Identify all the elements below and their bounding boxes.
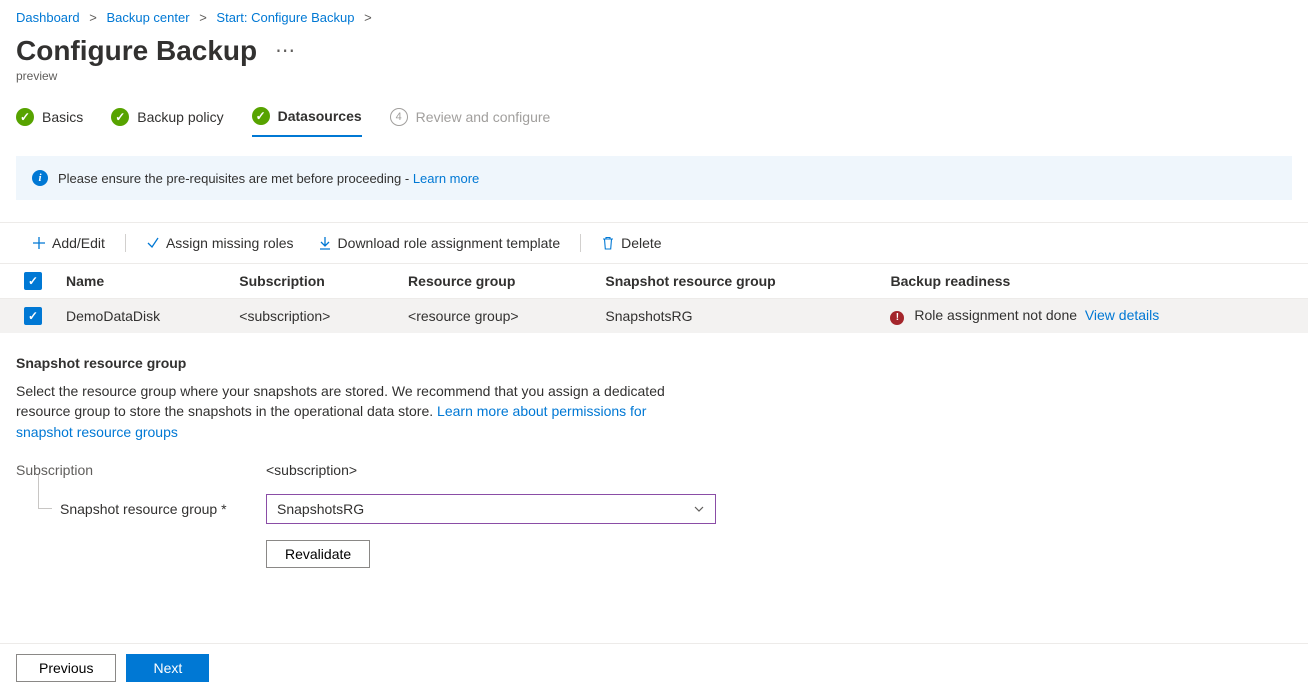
cell-subscription: <subscription> bbox=[227, 299, 396, 334]
more-actions-icon[interactable]: ⋯ bbox=[275, 41, 295, 61]
col-subscription: Subscription bbox=[227, 264, 396, 299]
toolbar-separator bbox=[125, 234, 126, 252]
datasources-table: ✓ Name Subscription Resource group Snaps… bbox=[0, 264, 1308, 333]
cell-readiness: ! Role assignment not done View details bbox=[878, 299, 1308, 334]
button-label: Assign missing roles bbox=[166, 235, 294, 251]
button-label: Download role assignment template bbox=[338, 235, 561, 251]
breadcrumb-sep: > bbox=[364, 10, 372, 25]
view-details-link[interactable]: View details bbox=[1085, 307, 1159, 323]
cell-name: DemoDataDisk bbox=[54, 299, 227, 334]
grid-toolbar: Add/Edit Assign missing roles Download r… bbox=[0, 222, 1308, 264]
readiness-text: Role assignment not done bbox=[914, 307, 1077, 323]
row-checkbox[interactable]: ✓ bbox=[24, 307, 42, 325]
tab-label: Backup policy bbox=[137, 109, 223, 125]
revalidate-button[interactable]: Revalidate bbox=[266, 540, 370, 568]
info-icon: i bbox=[32, 170, 48, 186]
tab-review-configure: 4 Review and configure bbox=[390, 101, 551, 137]
download-template-button[interactable]: Download role assignment template bbox=[310, 231, 569, 255]
col-resource-group: Resource group bbox=[396, 264, 593, 299]
previous-button[interactable]: Previous bbox=[16, 654, 116, 682]
wizard-footer: Previous Next bbox=[0, 643, 1308, 696]
tree-connector-icon bbox=[38, 475, 52, 509]
check-icon: ✓ bbox=[111, 108, 129, 126]
page-subtitle: preview bbox=[0, 69, 1308, 101]
breadcrumb-sep: > bbox=[199, 10, 207, 25]
toolbar-separator bbox=[580, 234, 581, 252]
page-title: Configure Backup bbox=[16, 35, 257, 67]
breadcrumb-item-dashboard[interactable]: Dashboard bbox=[16, 10, 80, 25]
info-bar: i Please ensure the pre-requisites are m… bbox=[16, 156, 1292, 200]
breadcrumb: Dashboard > Backup center > Start: Confi… bbox=[0, 0, 1308, 29]
tab-label: Review and configure bbox=[416, 109, 551, 125]
cell-resource-group: <resource group> bbox=[396, 299, 593, 334]
tab-label: Basics bbox=[42, 109, 83, 125]
tab-label: Datasources bbox=[278, 108, 362, 124]
breadcrumb-sep: > bbox=[89, 10, 97, 25]
value-subscription: <subscription> bbox=[266, 462, 716, 478]
trash-icon bbox=[601, 236, 615, 250]
button-label: Delete bbox=[621, 235, 661, 251]
section-body: Select the resource group where your sna… bbox=[0, 381, 720, 442]
step-number-icon: 4 bbox=[390, 108, 408, 126]
col-snapshot-rg: Snapshot resource group bbox=[593, 264, 878, 299]
col-readiness: Backup readiness bbox=[878, 264, 1308, 299]
cell-snapshot-rg: SnapshotsRG bbox=[593, 299, 878, 334]
info-learn-more-link[interactable]: Learn more bbox=[413, 171, 479, 186]
snapshot-rg-select[interactable]: SnapshotsRG bbox=[266, 494, 716, 524]
error-icon: ! bbox=[890, 311, 904, 325]
check-icon bbox=[146, 236, 160, 250]
select-all-checkbox[interactable]: ✓ bbox=[24, 272, 42, 290]
label-snapshot-rg: Snapshot resource group * bbox=[16, 501, 266, 517]
next-button[interactable]: Next bbox=[126, 654, 209, 682]
info-text: Please ensure the pre-requisites are met… bbox=[58, 171, 413, 186]
select-value: SnapshotsRG bbox=[277, 501, 364, 517]
chevron-down-icon bbox=[693, 503, 705, 515]
tab-backup-policy[interactable]: ✓ Backup policy bbox=[111, 101, 223, 137]
label-subscription: Subscription bbox=[16, 462, 266, 478]
assign-roles-button[interactable]: Assign missing roles bbox=[138, 231, 302, 255]
tab-datasources[interactable]: ✓ Datasources bbox=[252, 101, 362, 137]
wizard-tabs: ✓ Basics ✓ Backup policy ✓ Datasources 4… bbox=[0, 101, 1308, 138]
check-icon: ✓ bbox=[252, 107, 270, 125]
breadcrumb-item-backup-center[interactable]: Backup center bbox=[106, 10, 189, 25]
tab-basics[interactable]: ✓ Basics bbox=[16, 101, 83, 137]
download-icon bbox=[318, 236, 332, 250]
plus-icon bbox=[32, 236, 46, 250]
button-label: Add/Edit bbox=[52, 235, 105, 251]
table-row[interactable]: ✓ DemoDataDisk <subscription> <resource … bbox=[0, 299, 1308, 334]
check-icon: ✓ bbox=[16, 108, 34, 126]
delete-button[interactable]: Delete bbox=[593, 231, 669, 255]
add-edit-button[interactable]: Add/Edit bbox=[24, 231, 113, 255]
col-name: Name bbox=[54, 264, 227, 299]
section-title-snapshot-rg: Snapshot resource group bbox=[0, 333, 1308, 381]
breadcrumb-item-start-configure-backup[interactable]: Start: Configure Backup bbox=[216, 10, 354, 25]
